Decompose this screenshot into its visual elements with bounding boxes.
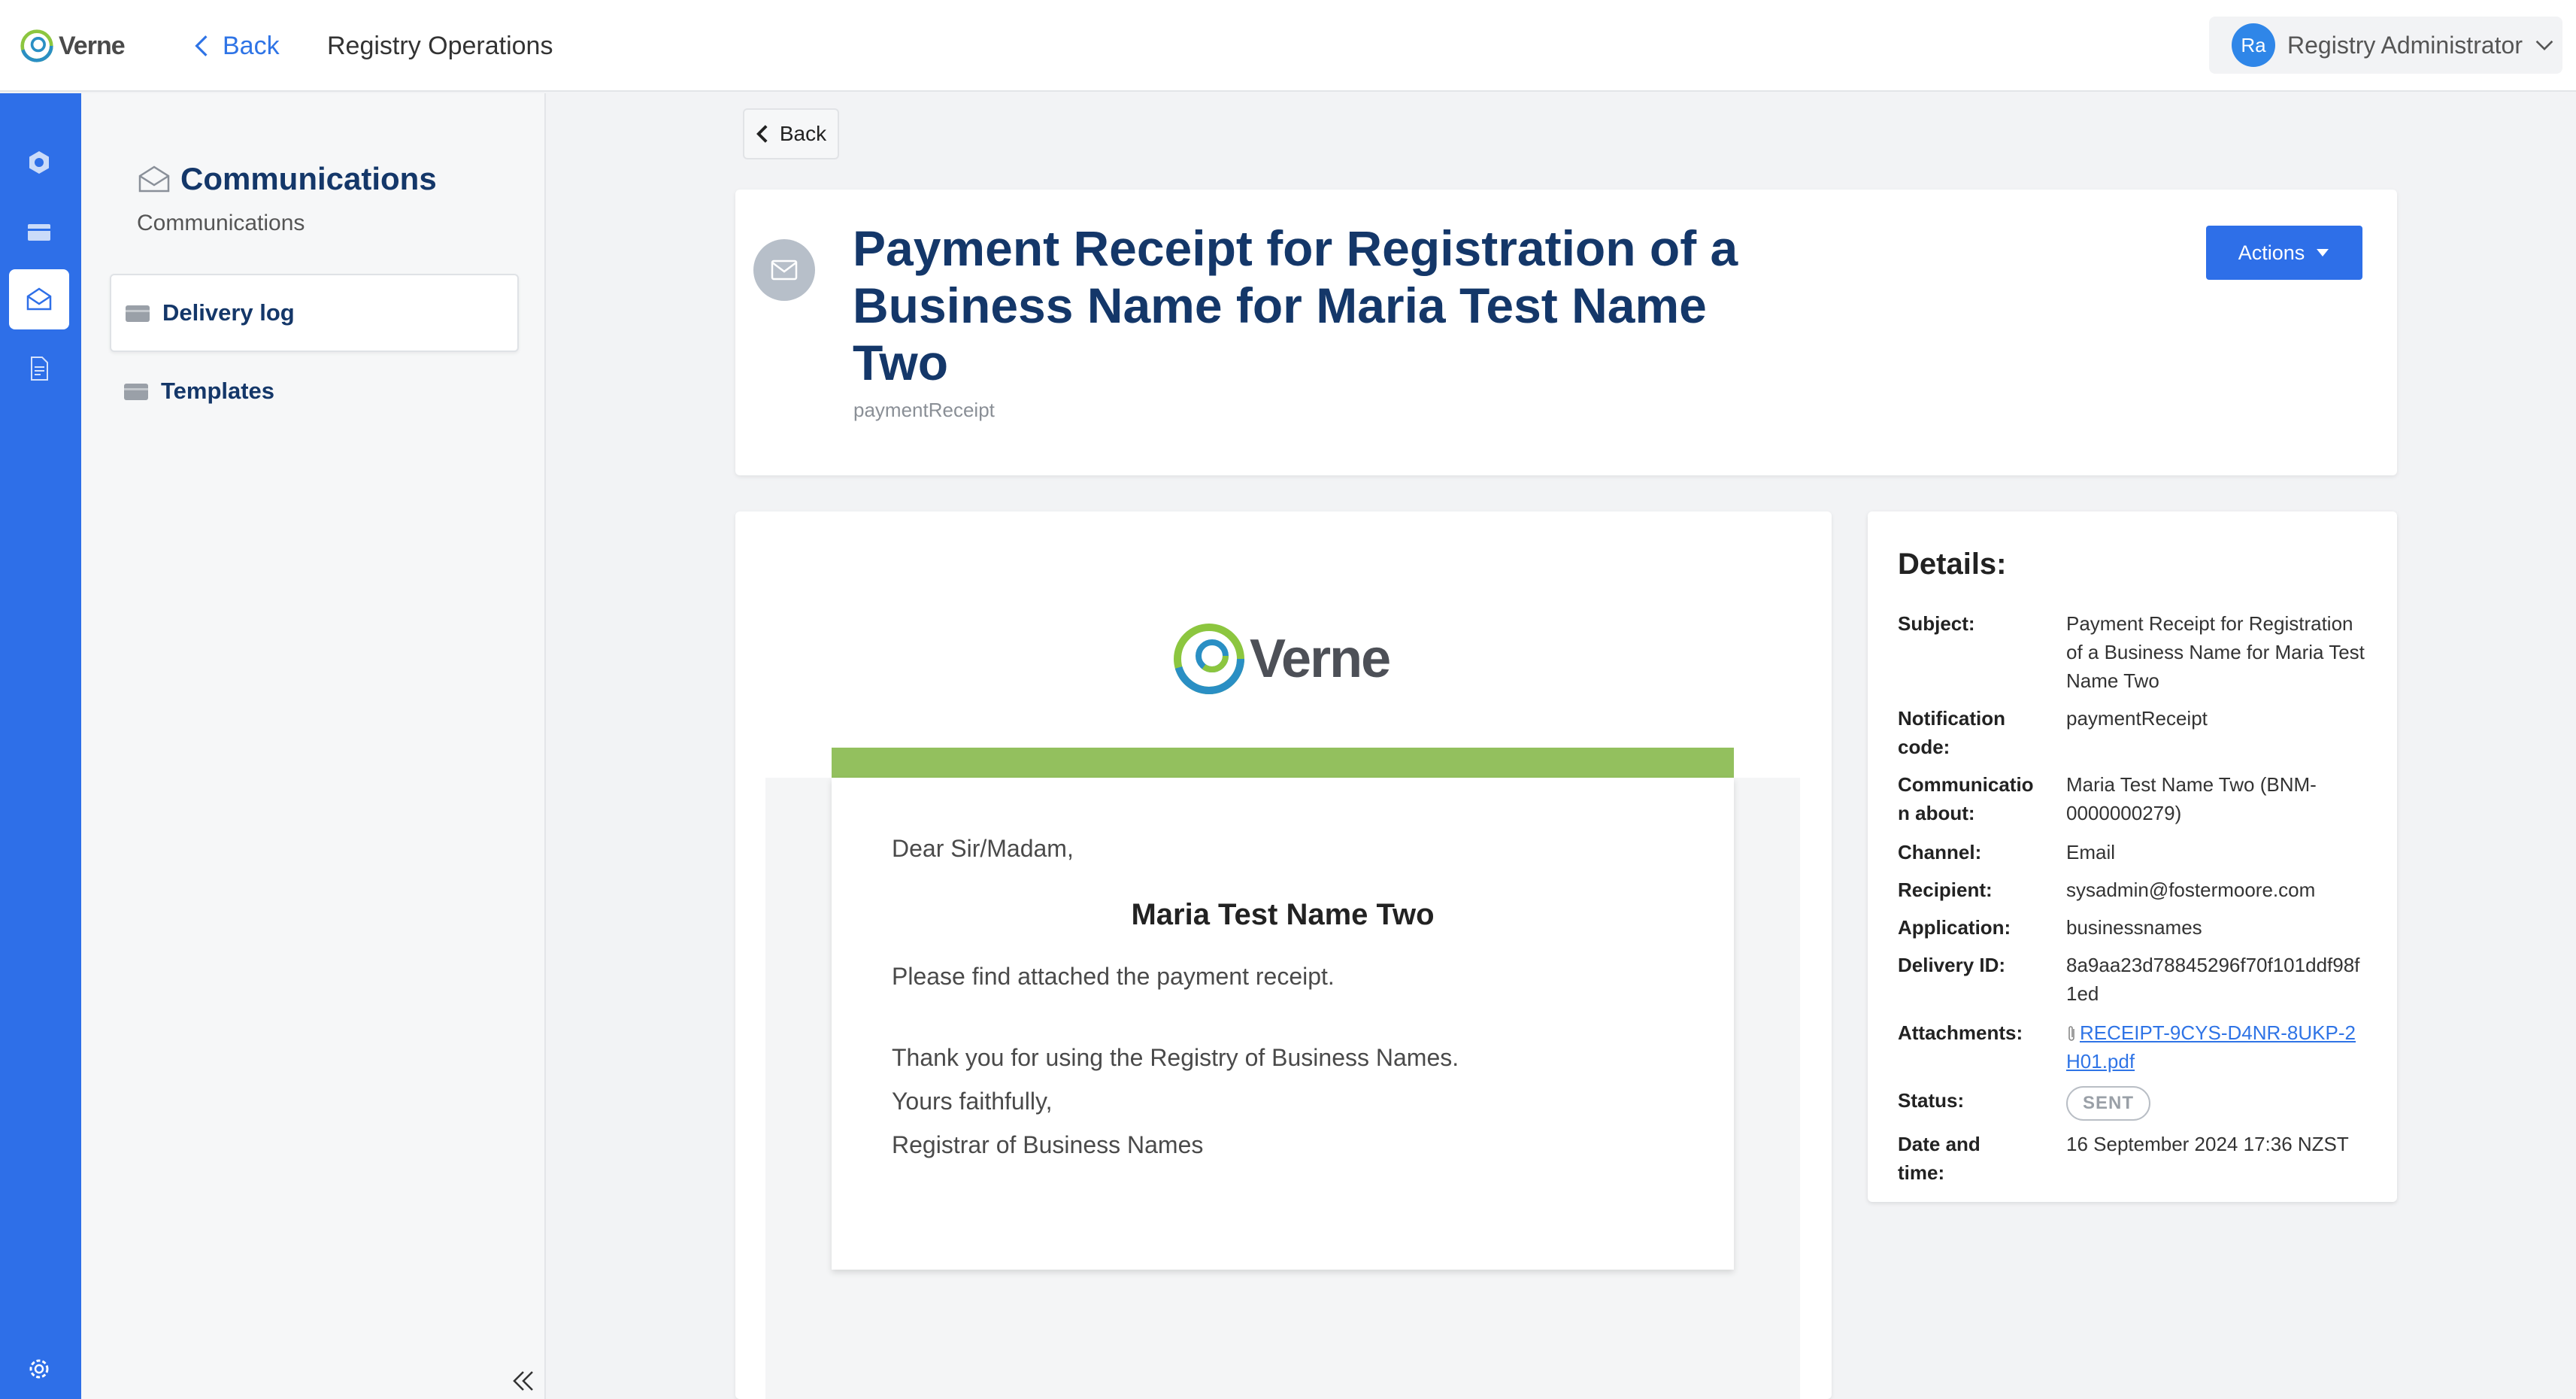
notification-code-value: paymentReceipt (2066, 707, 2208, 730)
subject-value: Payment Receipt for Registration of a Bu… (2066, 612, 2365, 692)
channel-label: Channel: (1898, 841, 1982, 863)
email-line: Yours faithfully, (892, 1088, 1053, 1115)
collapse-sidebar-icon[interactable] (508, 1366, 538, 1396)
envelope-open-icon (26, 287, 52, 311)
sidebar-item-templates[interactable]: Templates (110, 352, 519, 430)
page-title: Payment Receipt for Registration of a Bu… (853, 220, 1738, 390)
envelope-icon (771, 259, 798, 281)
email-logo-text: Verne (1250, 629, 1391, 689)
subject-label: Subject: (1898, 612, 1975, 635)
verne-logo-icon (20, 29, 53, 62)
inbox-icon (28, 224, 50, 241)
sidebar-item-label: Delivery log (162, 299, 295, 326)
rail-item-settings[interactable] (9, 1339, 69, 1399)
chevron-left-icon (756, 125, 768, 143)
document-icon (31, 357, 48, 381)
user-menu[interactable]: Ra Registry Administrator (2209, 17, 2562, 74)
delivery-id-value: 8a9aa23d78845296f70f101ddf98f1ed (2066, 954, 2360, 1005)
notification-code-label: Notification code: (1898, 707, 2005, 758)
sidebar-subtitle: Communications (137, 211, 305, 235)
datetime-label: Date and time: (1898, 1133, 1980, 1184)
email-body: Dear Sir/Madam, Maria Test Name Two Plea… (832, 778, 1734, 1270)
actions-label: Actions (2238, 241, 2305, 264)
message-icon (753, 239, 815, 301)
datetime-value: 16 September 2024 17:36 NZST (2066, 1133, 2349, 1155)
rail-item-communications[interactable] (9, 269, 69, 329)
back-button[interactable]: Back (743, 108, 839, 159)
communication-about-value: Maria Test Name Two (BNM-0000000279) (2066, 773, 2317, 824)
left-rail (0, 93, 81, 1399)
email-line: Thank you for using the Registry of Busi… (892, 1044, 1459, 1071)
avatar: Ra (2232, 23, 2275, 67)
email-preview-card: Verne Dear Sir/Madam, Maria Test Name Tw… (735, 511, 1832, 1399)
recipient-label: Recipient: (1898, 879, 1993, 901)
email-line: Registrar of Business Names (892, 1131, 1204, 1158)
status-value: SENT (2066, 1086, 2367, 1121)
message-header-card: Payment Receipt for Registration of a Bu… (735, 190, 2397, 475)
rail-item-inbox[interactable] (9, 202, 69, 262)
sidebar-item-label: Templates (161, 378, 275, 404)
channel-value: Email (2066, 841, 2116, 863)
brand-logo[interactable]: Verne (20, 27, 126, 65)
communication-about-label: Communication about: (1898, 773, 2034, 824)
template-code: paymentReceipt (853, 399, 995, 421)
email-logo: Verne (1171, 621, 1391, 696)
user-name: Registry Administrator (2287, 31, 2523, 59)
top-back-link[interactable]: Back (192, 27, 280, 65)
sidebar: Communications Communications Delivery l… (81, 93, 546, 1399)
hexagon-icon (29, 151, 49, 174)
actions-dropdown-button[interactable]: Actions (2206, 226, 2362, 280)
brand-name: Verne (59, 31, 126, 60)
app-name: Registry Operations (327, 32, 553, 60)
application-label: Application: (1898, 916, 2011, 939)
chevron-down-icon (2535, 40, 2553, 51)
status-badge: SENT (2066, 1086, 2151, 1121)
sidebar-item-delivery-log[interactable]: Delivery log (110, 274, 519, 352)
email-greeting: Dear Sir/Madam, (892, 835, 1074, 862)
sidebar-header: Communications (137, 161, 437, 197)
email-accent-bar (832, 748, 1734, 778)
verne-logo-icon (1174, 624, 1244, 694)
email-recipient-name: Maria Test Name Two (1131, 898, 1435, 931)
inbox-tray-icon (124, 384, 148, 400)
sidebar-title: Communications (180, 161, 437, 196)
gear-icon (29, 1359, 49, 1379)
back-button-label: Back (779, 122, 827, 145)
details-title: Details: (1898, 548, 2007, 581)
application-value: businessnames (2066, 916, 2202, 939)
delivery-id-label: Delivery ID: (1898, 954, 2006, 976)
top-bar: Verne Back Registry Operations Ra Regist… (0, 0, 2576, 92)
caret-down-icon (2317, 249, 2329, 256)
attachment-link[interactable]: RECEIPT-9CYS-D4NR-8UKP-2H01.pdf (2066, 1021, 2356, 1073)
chevron-left-icon (195, 35, 208, 56)
recipient-value: sysadmin@fostermoore.com (2066, 879, 2316, 901)
attachments-value: RECEIPT-9CYS-D4NR-8UKP-2H01.pdf (2066, 1018, 2367, 1076)
envelope-open-icon (138, 165, 170, 193)
paperclip-icon (2068, 1026, 2074, 1041)
details-card: Details: Subject: Payment Receipt for Re… (1868, 511, 2397, 1202)
attachments-label: Attachments: (1898, 1021, 2023, 1044)
rail-item-home[interactable] (9, 132, 69, 193)
top-back-label: Back (223, 31, 280, 60)
inbox-tray-icon (126, 305, 150, 322)
rail-item-documents[interactable] (9, 338, 69, 399)
status-label: Status: (1898, 1089, 1965, 1112)
email-line: Please find attached the payment receipt… (892, 963, 1335, 990)
